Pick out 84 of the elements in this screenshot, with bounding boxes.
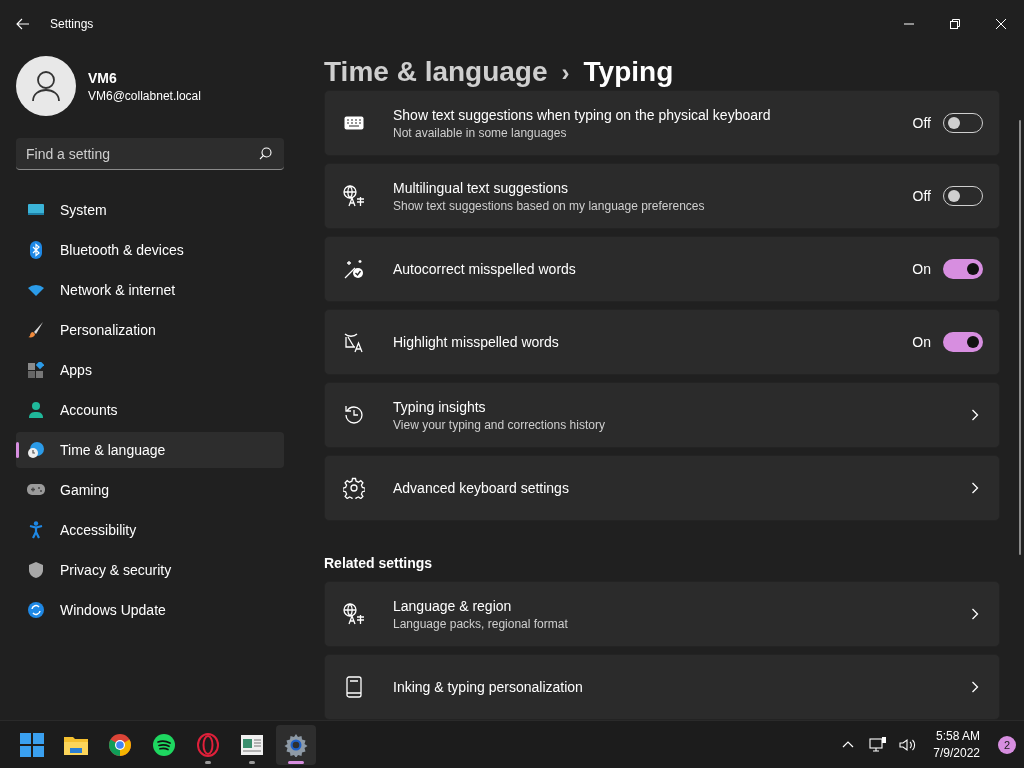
taskbar-app[interactable]: [276, 724, 316, 765]
person-icon: [28, 401, 44, 419]
setting-card[interactable]: Language & region Language packs, regional format: [324, 581, 1000, 647]
setting-card[interactable]: Autocorrect misspelled words On: [324, 236, 1000, 302]
keyboard-icon: [344, 116, 364, 130]
setting-title: Language & region: [393, 597, 513, 614]
sidebar-item[interactable]: Privacy & security: [16, 552, 284, 588]
toggle-state-label: Off: [912, 188, 931, 204]
spotify-icon: [152, 732, 176, 757]
search-field[interactable]: Find a setting: [16, 138, 284, 170]
sidebar-item[interactable]: Accounts: [16, 392, 284, 428]
sidebar-item[interactable]: Personalization: [16, 312, 284, 348]
setting-title: Typing insights: [393, 398, 487, 415]
toggle-switch[interactable]: [943, 332, 983, 352]
update-icon: [27, 601, 45, 619]
setting-card[interactable]: Typing insights View your typing and corrections history: [324, 382, 1000, 448]
apps-icon: [28, 362, 44, 378]
setting-card[interactable]: Advanced keyboard settings: [324, 455, 1000, 521]
gear-icon: [284, 732, 308, 757]
setting-description: Not available in some languages: [393, 125, 568, 140]
chevron-right-icon: [971, 409, 979, 421]
restore-icon: [950, 19, 960, 29]
monitor-icon: [27, 202, 45, 218]
user-name: VM6: [88, 69, 118, 86]
chevron-right-icon: [971, 681, 979, 693]
setting-card[interactable]: Highlight misspelled words On: [324, 309, 1000, 375]
setting-description: Show text suggestions based on my language preferences: [393, 198, 706, 213]
toggle-state-label: On: [912, 334, 931, 350]
sidebar-item[interactable]: Network & internet: [16, 272, 284, 308]
chevron-right-icon: [971, 482, 979, 494]
user-email: VM6@collabnet.local: [88, 88, 201, 103]
page-title: Typing: [583, 56, 674, 88]
setting-title: Show text suggestions when typing on the physical keyboard: [393, 106, 772, 123]
scrollbar[interactable]: [1019, 120, 1021, 555]
setting-title: Highlight misspelled words: [393, 334, 560, 350]
setting-title: Advanced keyboard settings: [393, 480, 570, 496]
setting-description: View your typing and corrections history: [393, 417, 606, 432]
windows-logo-icon: [20, 732, 44, 757]
setting-title: Inking & typing personalization: [393, 679, 584, 695]
sidebar-item[interactable]: Apps: [16, 352, 284, 388]
ring-icon: [196, 732, 220, 757]
brush-icon: [27, 321, 45, 339]
controller-icon: [27, 484, 45, 496]
clock-date[interactable]: 7/9/2022: [933, 746, 980, 760]
sidebar-item[interactable]: Gaming: [16, 472, 284, 508]
close-icon: [996, 19, 1006, 29]
section-heading: Related settings: [324, 555, 434, 571]
breadcrumb-separator: ›: [561, 59, 570, 87]
sidebar-item[interactable]: Time & language: [16, 432, 284, 468]
chrome-icon: [108, 732, 132, 757]
globe-clock-icon: [27, 441, 45, 459]
toggle-switch[interactable]: [943, 259, 983, 279]
toggle-state-label: Off: [912, 115, 931, 131]
search-icon: [259, 147, 272, 160]
wifi-icon: [27, 283, 45, 297]
setting-card[interactable]: Show text suggestions when typing on the physical keyboard Not available in some languages Off: [324, 90, 1000, 156]
toggle-state-label: On: [912, 261, 931, 277]
setting-title: Multilingual text suggestions: [393, 179, 570, 196]
sidebar-item[interactable]: Windows Update: [16, 592, 284, 628]
breadcrumb-link[interactable]: Time & language: [324, 56, 548, 88]
sidebar-item[interactable]: Bluetooth & devices: [16, 232, 284, 268]
setting-card[interactable]: Multilingual text suggestions Show text suggestions based on my language preferences Off: [324, 163, 1000, 229]
bluetooth-icon: [29, 241, 43, 259]
text-highlight-icon: [343, 331, 365, 353]
wand-check-icon: [343, 258, 365, 280]
globe-language-icon: [343, 603, 365, 625]
window-title: Settings: [50, 17, 95, 31]
setting-title: Autocorrect misspelled words: [393, 261, 577, 277]
sidebar-item[interactable]: System: [16, 192, 284, 228]
settings-icon: [343, 477, 365, 499]
shield-icon: [28, 561, 44, 579]
back-arrow-icon: [16, 18, 30, 30]
setting-card[interactable]: Inking & typing personalization: [324, 654, 1000, 720]
avatar: [16, 56, 76, 116]
book-icon: [345, 676, 363, 698]
setting-description: Language packs, regional format: [393, 616, 569, 631]
sidebar-item[interactable]: Accessibility: [16, 512, 284, 548]
accessibility-icon: [29, 521, 43, 539]
notification-badge[interactable]: 2: [998, 735, 1016, 754]
newspaper-icon: [240, 733, 264, 756]
history-icon: [343, 404, 365, 426]
chevron-right-icon: [971, 608, 979, 620]
clock-time[interactable]: 5:58 AM: [935, 729, 980, 743]
globe-language-icon: [343, 185, 365, 207]
